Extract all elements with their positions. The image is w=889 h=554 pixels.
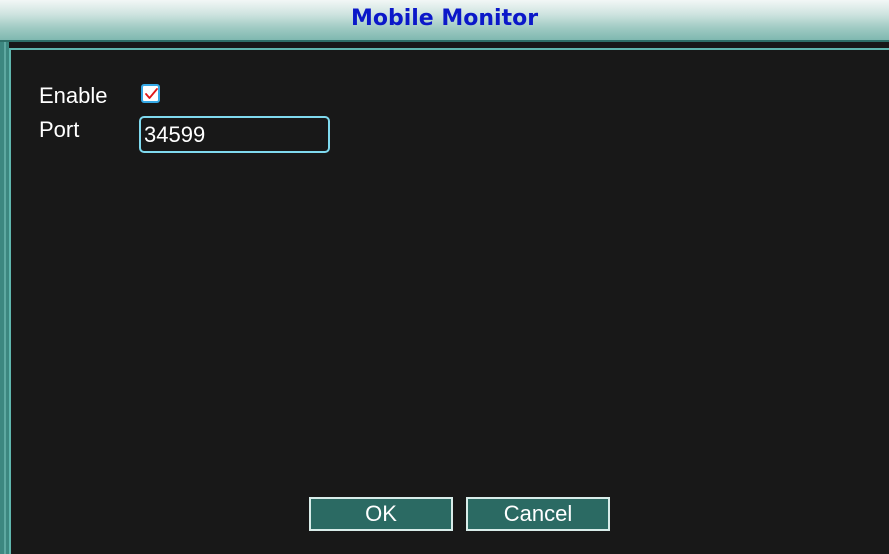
dialog-title: Mobile Monitor [350, 6, 539, 31]
enable-label: Enable [39, 83, 108, 108]
title-bar: Mobile Monitor [0, 0, 889, 42]
port-input[interactable] [139, 116, 330, 153]
ok-button[interactable]: OK [309, 497, 453, 531]
mobile-monitor-dialog: Mobile Monitor Enable Port OK Cancel [0, 0, 889, 554]
cancel-button[interactable]: Cancel [466, 497, 610, 531]
enable-checkbox[interactable] [141, 84, 160, 103]
port-label: Port [39, 117, 80, 142]
left-frame-edge-line [4, 42, 6, 554]
checkmark-icon [145, 88, 158, 99]
